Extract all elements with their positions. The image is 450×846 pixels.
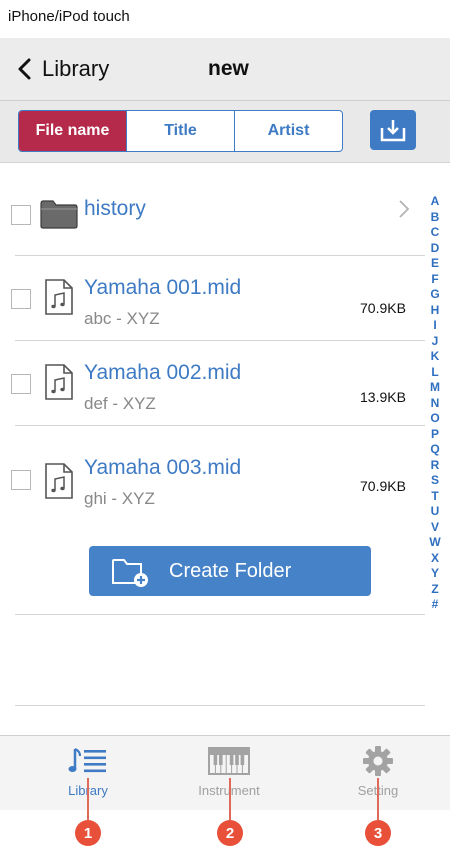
index-letter[interactable]: T [431,489,438,505]
callout-badge-1: 1 [75,820,101,846]
index-letter[interactable]: O [430,411,439,427]
back-button[interactable]: Library [14,38,109,100]
download-icon [380,120,406,142]
file-name: Yamaha 001.mid [84,276,242,299]
page-title: new [208,57,249,80]
folder-icon [40,200,78,229]
folder-row[interactable]: history [0,184,425,256]
index-letter[interactable]: X [431,551,439,567]
piano-keyboard-icon [208,747,250,775]
file-size: 70.9KB [360,300,406,316]
callout-line [87,778,89,820]
index-letter[interactable]: # [432,597,439,613]
index-letter[interactable]: W [429,535,440,551]
folder-name: history [84,197,146,220]
file-row[interactable]: Yamaha 001.mid abc - XYZ 70.9KB [0,256,425,341]
index-letter[interactable]: B [431,210,440,226]
index-letter[interactable]: N [431,396,440,412]
index-letter[interactable]: J [432,334,439,350]
file-subtitle: ghi - XYZ [84,489,155,508]
file-size: 13.9KB [360,389,406,405]
index-letter[interactable]: U [431,504,440,520]
callout-line [377,778,379,820]
chevron-right-icon [399,200,410,218]
index-letter[interactable]: G [430,287,439,303]
file-row[interactable]: Yamaha 002.mid def - XYZ 13.9KB [0,341,425,426]
index-letter[interactable]: S [431,473,439,489]
file-checkbox[interactable] [11,289,31,309]
download-button[interactable] [370,110,416,150]
music-file-icon [45,279,73,315]
index-letter[interactable]: F [431,272,438,288]
device-label: iPhone/iPod touch [8,8,130,25]
file-name: Yamaha 002.mid [84,361,242,384]
file-subtitle: abc - XYZ [84,309,160,328]
list-divider [15,705,425,706]
index-letter[interactable]: M [430,380,440,396]
navigation-bar: Library new [0,38,450,101]
gear-icon [363,746,393,776]
create-folder-label: Create Folder [169,559,292,582]
sort-artist-button[interactable]: Artist [234,111,342,151]
file-row[interactable]: Yamaha 003.mid ghi - XYZ 70.9KB [0,426,425,518]
new-folder-icon [112,559,148,587]
sort-title-button[interactable]: Title [126,111,234,151]
music-file-icon [45,364,73,400]
list-divider [15,614,425,615]
chevron-left-icon [18,58,31,80]
index-letter[interactable]: I [433,318,436,334]
callout-line [229,778,231,820]
index-letter[interactable]: Q [430,442,439,458]
index-letter[interactable]: E [431,256,439,272]
music-file-icon [45,463,73,499]
file-checkbox[interactable] [11,374,31,394]
index-letter[interactable]: D [431,241,440,257]
callout-badge-3: 3 [365,820,391,846]
create-folder-button[interactable]: Create Folder [89,546,371,596]
index-letter[interactable]: L [431,365,438,381]
back-label: Library [42,56,110,81]
index-letter[interactable]: V [431,520,439,536]
file-name: Yamaha 003.mid [84,456,242,479]
index-letter[interactable]: Y [431,566,439,582]
index-letter[interactable]: C [431,225,440,241]
file-size: 70.9KB [360,478,406,494]
sort-segmented-control: File name Title Artist [18,110,343,152]
file-checkbox[interactable] [11,470,31,490]
index-letter[interactable]: A [431,194,440,210]
tab-bar: Library Instrument [0,735,450,810]
library-icon [68,747,106,773]
callout-badge-2: 2 [217,820,243,846]
sort-file-name-button[interactable]: File name [19,111,126,151]
file-subtitle: def - XYZ [84,394,156,413]
folder-checkbox[interactable] [11,205,31,225]
index-letter[interactable]: R [431,458,440,474]
index-letter[interactable]: Z [431,582,438,598]
sort-toolbar: File name Title Artist [0,101,450,163]
index-letter[interactable]: H [431,303,440,319]
index-letter[interactable]: K [431,349,440,365]
alphabet-index[interactable]: A B C D E F G H I J K L M N O P Q R S T U V W X Y Z # [425,194,445,613]
index-letter[interactable]: P [431,427,439,443]
